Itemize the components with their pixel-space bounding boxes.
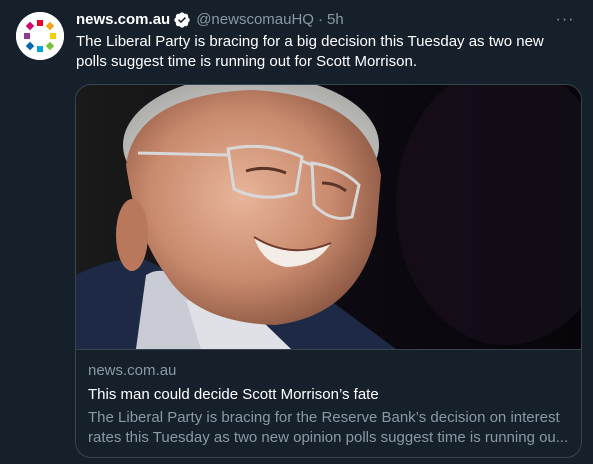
- more-options-icon[interactable]: ···: [553, 10, 577, 30]
- separator: ·: [317, 11, 323, 28]
- author-handle[interactable]: @newscomauHQ: [196, 10, 314, 30]
- card-domain: news.com.au: [88, 362, 177, 379]
- verified-badge-icon: [173, 11, 191, 29]
- display-name[interactable]: news.com.au: [76, 10, 170, 30]
- tweet-header: news.com.au @newscomauHQ · 5h ···: [76, 10, 577, 30]
- card-description: The Liberal Party is bracing for the Res…: [88, 409, 569, 446]
- news-com-au-logo-icon: [16, 12, 64, 60]
- card-title[interactable]: This man could decide Scott Morrison’s f…: [88, 385, 569, 405]
- tweet[interactable]: news.com.au @newscomauHQ · 5h ··· The Li…: [0, 0, 593, 464]
- card-image: [76, 85, 581, 349]
- avatar[interactable]: [16, 12, 64, 60]
- card-meta: news.com.au This man could decide Scott …: [76, 349, 581, 457]
- link-card[interactable]: news.com.au This man could decide Scott …: [75, 84, 582, 458]
- timestamp[interactable]: 5h: [327, 10, 344, 30]
- tweet-text: The Liberal Party is bracing for a big d…: [76, 33, 544, 70]
